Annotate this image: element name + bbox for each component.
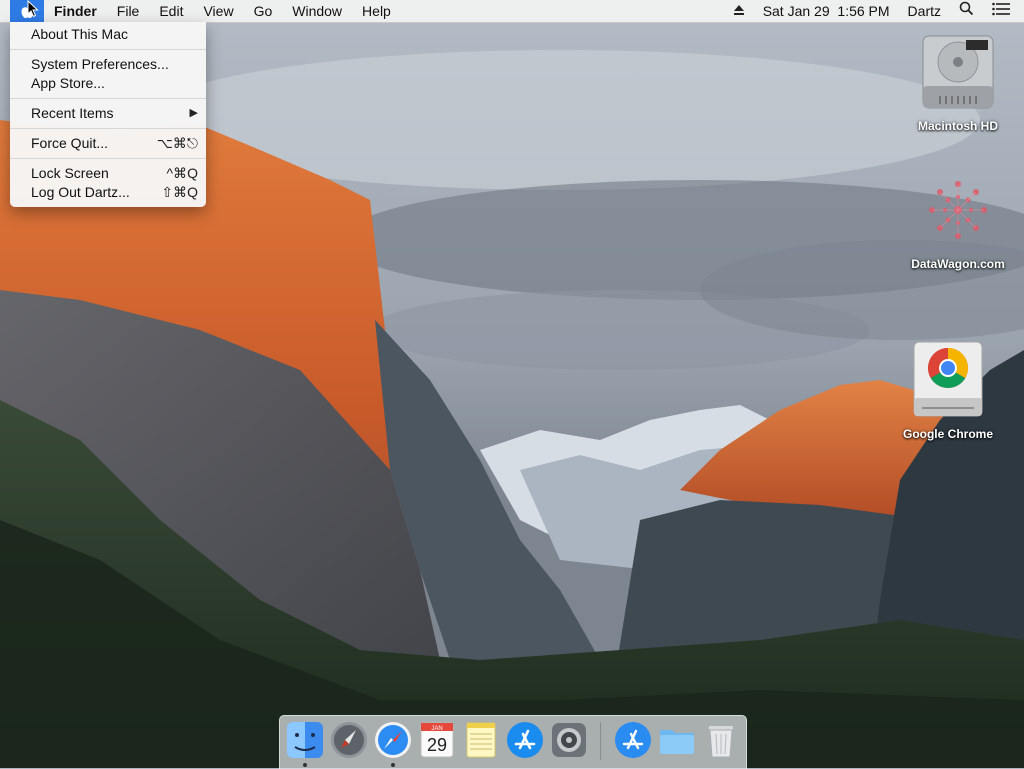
- hard-drive-icon: [922, 35, 994, 109]
- menubar-user[interactable]: Dartz: [899, 0, 950, 22]
- spotlight-button[interactable]: [950, 0, 983, 22]
- menu-item-label: About This Mac: [31, 26, 129, 42]
- menu-item-log-out[interactable]: Log Out Dartz... ⇧⌘Q: [10, 183, 206, 202]
- mouse-cursor-icon: [27, 0, 39, 18]
- menu-separator: [10, 49, 206, 50]
- menu-item-system-preferences[interactable]: System Preferences...: [10, 55, 206, 74]
- menu-item-app-store[interactable]: App Store...: [10, 74, 206, 93]
- menu-go[interactable]: Go: [244, 0, 283, 22]
- folder-stack-icon[interactable]: [657, 720, 697, 760]
- dock-separator: [600, 722, 601, 760]
- desktop-icon-macintosh-hd[interactable]: Macintosh HD: [903, 32, 1013, 135]
- submenu-arrow-icon: ▶: [189, 107, 198, 119]
- menu-item-lock-screen[interactable]: Lock Screen ^⌘Q: [10, 164, 206, 183]
- menu-bar: Finder File Edit View Go Window Help Sat…: [0, 0, 1024, 23]
- desktop-icon-label: DataWagon.com: [911, 257, 1005, 271]
- desktop-icon-datawagon[interactable]: DataWagon.com: [903, 170, 1013, 273]
- menu-window[interactable]: Window: [282, 0, 352, 22]
- menu-separator: [10, 98, 206, 99]
- applications-stack-icon[interactable]: [613, 720, 653, 760]
- menu-item-recent-items[interactable]: Recent Items ▶: [10, 104, 206, 123]
- running-indicator: [303, 763, 307, 767]
- menu-item-label: Log Out Dartz...: [31, 184, 130, 200]
- menu-item-about-this-mac[interactable]: About This Mac: [10, 25, 206, 44]
- calendar-day: 29: [427, 735, 447, 755]
- desktop-icon-label: Macintosh HD: [917, 119, 998, 133]
- menu-file[interactable]: File: [107, 0, 150, 22]
- chrome-disk-image-icon: [913, 341, 983, 417]
- app-menu-finder[interactable]: Finder: [44, 0, 107, 22]
- notification-center-button[interactable]: [983, 0, 1024, 22]
- system-preferences-icon[interactable]: [549, 720, 589, 760]
- app-store-icon[interactable]: [505, 720, 545, 760]
- menu-help[interactable]: Help: [352, 0, 401, 22]
- menu-item-label: Lock Screen: [31, 165, 109, 181]
- apple-menu-dropdown: About This Mac System Preferences... App…: [10, 22, 206, 207]
- menu-separator: [10, 128, 206, 129]
- dock: JAN 29: [279, 715, 747, 769]
- menu-separator: [10, 158, 206, 159]
- desktop-icon-google-chrome[interactable]: Google Chrome: [893, 340, 1003, 443]
- menu-item-label: System Preferences...: [31, 56, 169, 72]
- notification-center-icon: [992, 2, 1010, 16]
- menu-item-force-quit[interactable]: Force Quit... ⌥⌘⎋: [10, 134, 206, 153]
- menu-edit[interactable]: Edit: [149, 0, 193, 22]
- network-share-icon: [929, 181, 987, 239]
- notes-icon[interactable]: [461, 720, 501, 760]
- menubar-clock[interactable]: Sat Jan 29 1:56 PM: [754, 0, 899, 22]
- menu-item-label: Recent Items: [31, 105, 114, 121]
- menu-view[interactable]: View: [193, 0, 243, 22]
- trash-icon[interactable]: [701, 720, 741, 760]
- launchpad-icon[interactable]: [329, 720, 369, 760]
- menu-item-label: App Store...: [31, 75, 105, 91]
- eject-menu-extra[interactable]: [724, 0, 754, 22]
- finder-icon[interactable]: [285, 720, 325, 760]
- menu-item-shortcut: ⌥⌘⎋: [156, 135, 198, 151]
- eject-icon: [733, 5, 744, 15]
- menu-item-label: Force Quit...: [31, 135, 109, 151]
- desktop-icon-label: Google Chrome: [902, 427, 993, 441]
- safari-icon[interactable]: [373, 720, 413, 760]
- spotlight-search-icon: [959, 1, 974, 16]
- calendar-icon[interactable]: JAN 29: [417, 720, 457, 760]
- menu-item-shortcut: ^⌘Q: [166, 165, 198, 181]
- menu-item-shortcut: ⇧⌘Q: [161, 184, 198, 200]
- calendar-month: JAN: [431, 726, 442, 732]
- running-indicator: [391, 763, 395, 767]
